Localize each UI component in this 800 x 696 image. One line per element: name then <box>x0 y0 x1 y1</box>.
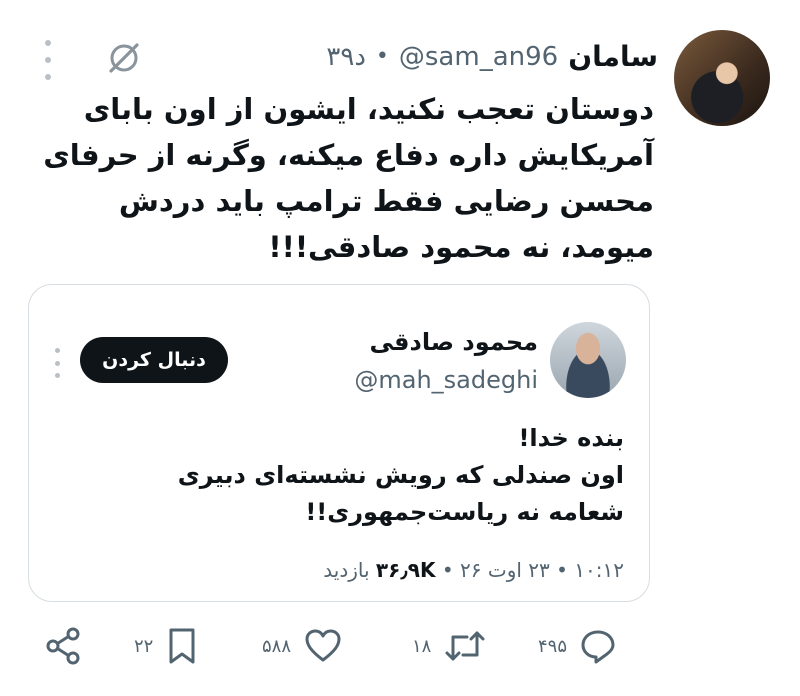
reply-button[interactable]: ۴۹۵ <box>538 622 617 670</box>
share-icon <box>44 626 82 666</box>
more-options-icon[interactable] <box>40 40 56 80</box>
reply-icon <box>579 627 617 665</box>
tweet-text: دوستان تعجب نکنید، ایشون از اون بابای آم… <box>43 92 654 264</box>
follow-button[interactable]: دنبال کردن <box>80 337 228 383</box>
views-count: ۳۶٫۹K <box>375 558 436 582</box>
grok-icon[interactable] <box>104 38 144 78</box>
views-label: بازدید <box>323 558 370 582</box>
quoted-text-line2: اون صندلی که رویش نشسته‌ای دبیری شعامه ن… <box>177 461 624 526</box>
quoted-author-name[interactable]: محمود صادقی <box>370 328 538 356</box>
quoted-author-avatar[interactable] <box>550 322 626 398</box>
author-name[interactable]: سامان <box>568 40 658 73</box>
retweet-button[interactable]: ۱۸ <box>412 622 487 670</box>
quoted-tweet-text: بنده خدا! اون صندلی که رویش نشسته‌ای دبی… <box>164 420 624 531</box>
separator-dot: • <box>441 558 454 582</box>
author-avatar[interactable] <box>674 30 770 126</box>
bookmark-button[interactable]: ۲۲ <box>134 622 199 670</box>
tweet-time[interactable]: ۳۹د <box>326 42 366 72</box>
quoted-more-options-icon[interactable] <box>51 348 63 378</box>
quoted-meta: ۱۰:۱۲ • ۲۳ اوت ۲۶ • ۳۶٫۹K بازدید <box>323 558 624 582</box>
like-count: ۵۸۸ <box>262 635 292 657</box>
quoted-author-handle[interactable]: @mah_sadeghi <box>354 366 538 394</box>
like-button[interactable]: ۵۸۸ <box>262 622 343 670</box>
retweet-count: ۱۸ <box>412 635 432 657</box>
share-button[interactable] <box>44 622 82 670</box>
bookmark-count: ۲۲ <box>134 635 154 657</box>
quoted-date[interactable]: ۲۳ اوت ۲۶ <box>460 558 550 582</box>
reply-count: ۴۹۵ <box>538 635 568 657</box>
separator-dot: • <box>375 44 389 69</box>
quoted-text-line1: بنده خدا! <box>518 424 624 452</box>
retweet-icon <box>443 627 487 665</box>
bookmark-icon <box>165 626 199 666</box>
separator-dot: • <box>556 558 568 582</box>
quoted-time[interactable]: ۱۰:۱۲ <box>574 558 624 582</box>
heart-icon <box>303 627 343 665</box>
author-handle[interactable]: @sam_an96 <box>399 42 558 72</box>
author-row: سامان @sam_an96 • ۳۹د <box>326 40 658 73</box>
